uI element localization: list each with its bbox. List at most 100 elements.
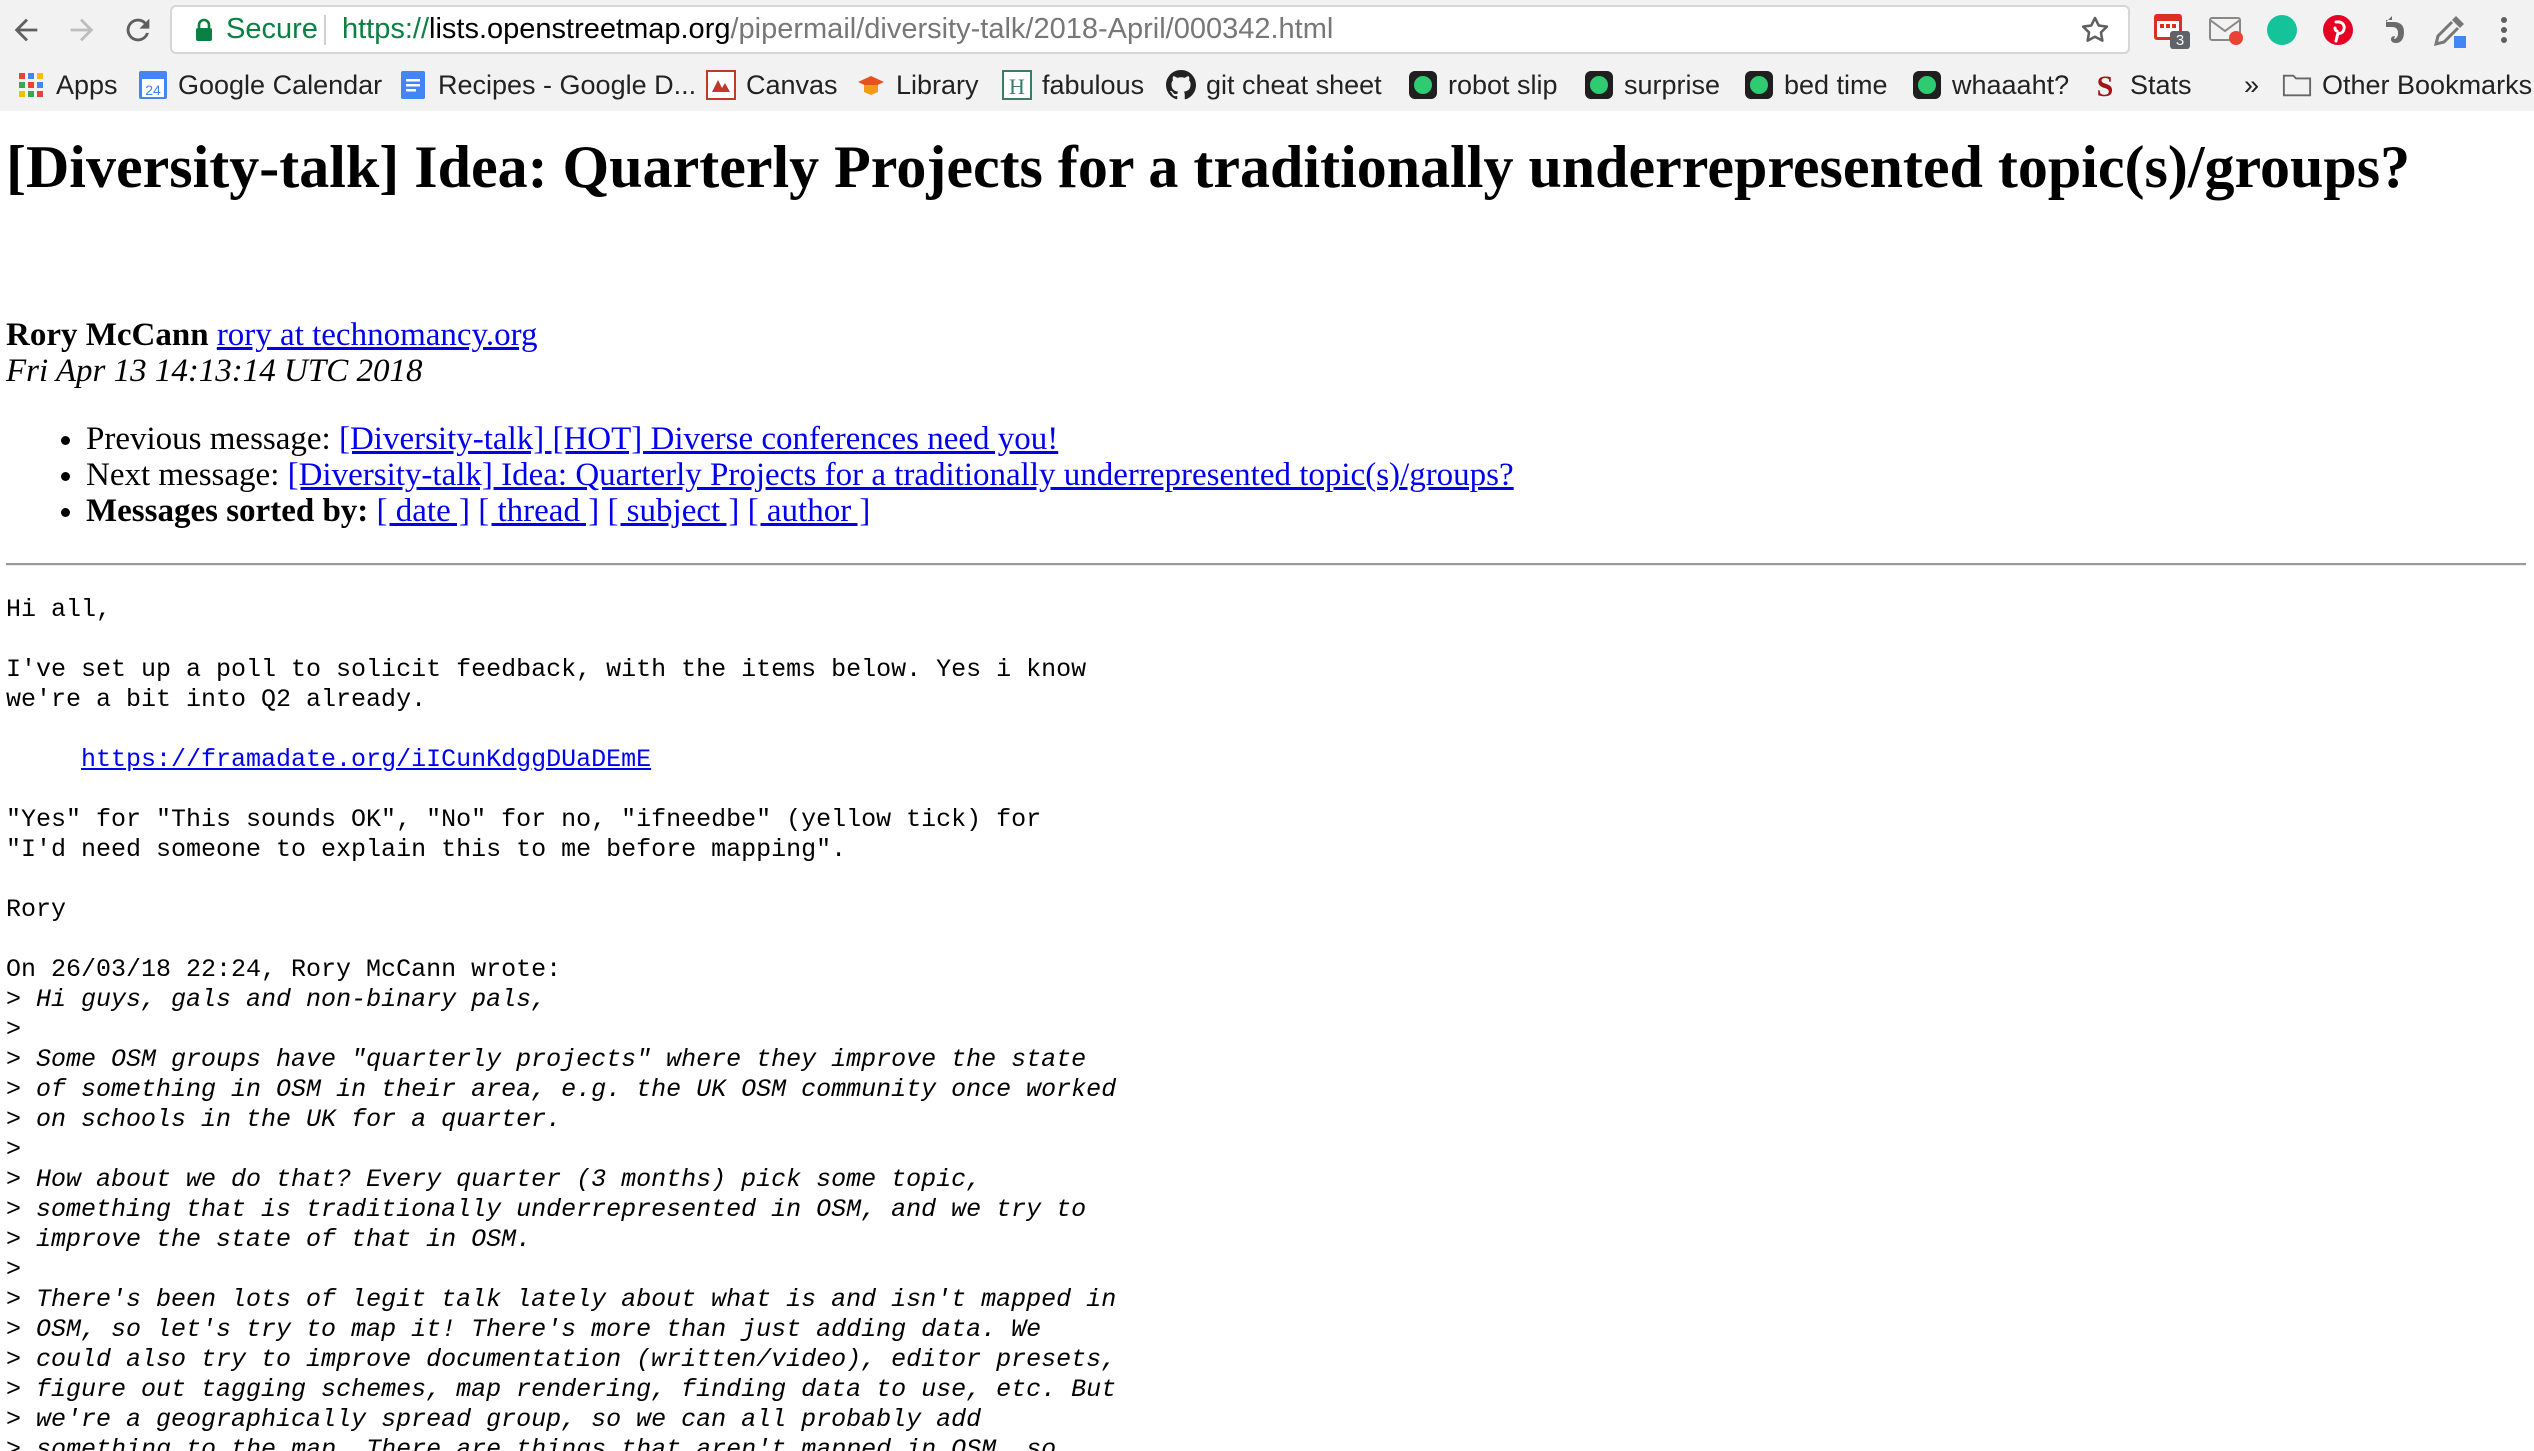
library-icon (856, 70, 886, 100)
bookmark-fabulous[interactable]: H fabulous (1002, 68, 1144, 102)
quoted-line: > something to the map. There are things… (6, 1435, 1056, 1451)
bookmark-recipes[interactable]: Recipes - Google D... (398, 68, 696, 102)
bookmark-star-icon[interactable] (2078, 13, 2112, 47)
url-host: lists.openstreetmap.org (429, 13, 731, 45)
extension-eyedropper[interactable] (2430, 10, 2470, 50)
forward-button[interactable] (62, 8, 102, 52)
bookmark-git-cheat-sheet[interactable]: git cheat sheet (1166, 68, 1382, 102)
sort-by-thread-link[interactable]: [ thread ] (478, 493, 599, 529)
quoted-line: > (6, 1135, 37, 1164)
bookmarks-bar: Apps 24 Google Calendar Recipes - Google… (0, 59, 2534, 111)
quoted-line: > Some OSM groups have "quarterly projec… (6, 1045, 1087, 1074)
bookmark-label: Google Calendar (178, 69, 383, 100)
extension-grammarly[interactable] (2262, 10, 2302, 50)
bookmark-label: whaaaht? (1952, 69, 2070, 100)
back-button[interactable] (6, 8, 46, 52)
quoted-line: > figure out tagging schemes, map render… (6, 1375, 1117, 1404)
bookmark-label: surprise (1624, 69, 1721, 100)
bookmark-library[interactable]: Library (856, 68, 979, 102)
extension-mail[interactable] (2206, 10, 2246, 50)
eyedropper-icon (2433, 16, 2466, 48)
quoted-line: > There's been lots of legit talk lately… (6, 1285, 1117, 1314)
author-name: Rory McCann (6, 317, 209, 353)
green-dot-icon (1744, 70, 1774, 100)
page-title: [Diversity-talk] Idea: Quarterly Project… (6, 134, 2411, 200)
sort-by-author-link[interactable]: [ author ] (748, 493, 871, 529)
quoted-line-text: How about we do that? Every quarter (3 m… (36, 1165, 982, 1194)
bookmark-label: robot slip (1448, 69, 1558, 100)
sorted-by-label: Messages sorted by: (86, 493, 369, 529)
bookmarks-overflow-button[interactable]: » (2244, 68, 2259, 102)
bookmark-surprise[interactable]: surprise (1584, 68, 1720, 102)
kebab-menu-icon (2501, 17, 2507, 43)
extension-calendar[interactable]: 3 (2152, 10, 2192, 50)
sort-by-date-link[interactable]: [ date ] (377, 493, 470, 529)
url-scheme: https:// (342, 13, 430, 45)
secure-label: Secure (226, 13, 318, 45)
quoted-line: > Hi guys, gals and non-binary pals, (6, 985, 547, 1014)
docs-icon (398, 70, 428, 100)
quoted-line: > How about we do that? Every quarter (3… (6, 1165, 982, 1194)
sorted-by-item: Messages sorted by: [ date ] [ thread ] … (86, 493, 1514, 529)
github-icon (1166, 70, 1196, 100)
bookmark-label: Other Bookmarks (2322, 69, 2533, 100)
quoted-line-text: something to the map. There are things t… (36, 1435, 1057, 1451)
calendar-extension-icon: 3 (2154, 14, 2190, 49)
reload-button[interactable] (118, 8, 158, 52)
bookmark-robot-slip[interactable]: robot slip (1408, 68, 1558, 102)
url-text[interactable]: https://lists.openstreetmap.org/pipermai… (342, 13, 1333, 46)
poll-link[interactable]: https://framadate.org/iICunKdggDUaDEmE (81, 745, 651, 774)
bookmark-bed-time[interactable]: bed time (1744, 68, 1888, 102)
message-navigation: Previous message: [Diversity-talk] [HOT]… (0, 421, 1514, 529)
quoted-line-text: OSM, so let's try to map it! There's mor… (36, 1315, 1042, 1344)
extension-evernote[interactable] (2374, 10, 2414, 50)
quoted-line: > improve the state of that in OSM. (6, 1225, 532, 1254)
previous-message-item: Previous message: [Diversity-talk] [HOT]… (86, 421, 1514, 457)
forward-arrow-icon (70, 18, 94, 42)
quoted-line-text: Hi guys, gals and non-binary pals, (36, 985, 547, 1014)
author-email-link[interactable]: rory at technomancy.org (217, 317, 538, 353)
horizontal-divider (6, 563, 2526, 566)
stats-icon: S (2090, 70, 2120, 100)
bookmark-google-calendar[interactable]: 24 Google Calendar (138, 68, 382, 102)
extension-pinterest[interactable] (2318, 10, 2358, 50)
bookmark-label: Recipes - Google D... (438, 69, 697, 100)
bookmark-label: fabulous (1042, 69, 1145, 100)
body-paragraph-2: "Yes" for "This sounds OK", "No" for no,… (6, 805, 1042, 864)
bookmark-apps[interactable]: Apps (16, 68, 118, 102)
apps-grid-icon (16, 70, 46, 100)
previous-message-link[interactable]: [Diversity-talk] [HOT] Diverse conferenc… (339, 421, 1058, 457)
bookmark-label: Canvas (746, 69, 838, 100)
other-bookmarks-folder[interactable]: Other Bookmarks (2282, 68, 2532, 102)
bookmark-whaaaht[interactable]: whaaaht? (1912, 68, 2069, 102)
quote-header: On 26/03/18 22:24, Rory McCann wrote: (6, 955, 562, 984)
extension-badge: 3 (2176, 32, 2184, 49)
page-content: [Diversity-talk] Idea: Quarterly Project… (0, 111, 2534, 1451)
bookmark-label: git cheat sheet (1206, 69, 1382, 100)
quoted-line-text: something that is traditionally underrep… (36, 1195, 1087, 1224)
omnibox-divider (324, 15, 326, 45)
folder-icon (2282, 70, 2312, 100)
next-message-link[interactable]: [Diversity-talk] Idea: Quarterly Project… (288, 457, 1514, 493)
quoted-line-text: we're a geographically spread group, so … (36, 1405, 982, 1434)
browser-menu-button[interactable] (2484, 10, 2524, 50)
green-dot-icon (1408, 70, 1438, 100)
svg-text:H: H (1009, 74, 1025, 99)
bookmark-canvas[interactable]: Canvas (706, 68, 838, 102)
bookmark-label: bed time (1784, 69, 1888, 100)
message-date: Fri Apr 13 14:13:14 UTC 2018 (6, 353, 423, 389)
browser-chrome: Secure https://lists.openstreetmap.org/p… (0, 0, 2534, 111)
overflow-chevron-icon: » (2244, 69, 2260, 100)
next-message-item: Next message: [Diversity-talk] Idea: Qua… (86, 457, 1514, 493)
browser-toolbar: Secure https://lists.openstreetmap.org/p… (0, 0, 2534, 59)
green-dot-icon (1912, 70, 1942, 100)
bookmark-stats[interactable]: S Stats (2090, 68, 2192, 102)
quoted-line: > could also try to improve documentatio… (6, 1345, 1117, 1374)
quoted-line-text: figure out tagging schemes, map renderin… (36, 1375, 1117, 1404)
url-path: /pipermail/diversity-talk/2018-April/000… (730, 13, 1334, 45)
lock-icon (196, 18, 212, 41)
sort-by-subject-link[interactable]: [ subject ] (607, 493, 739, 529)
address-bar[interactable]: Secure https://lists.openstreetmap.org/p… (170, 5, 2130, 54)
previous-message-label: Previous message: (86, 421, 339, 457)
quoted-text: > Hi guys, gals and non-binary pals, > >… (6, 985, 1116, 1451)
